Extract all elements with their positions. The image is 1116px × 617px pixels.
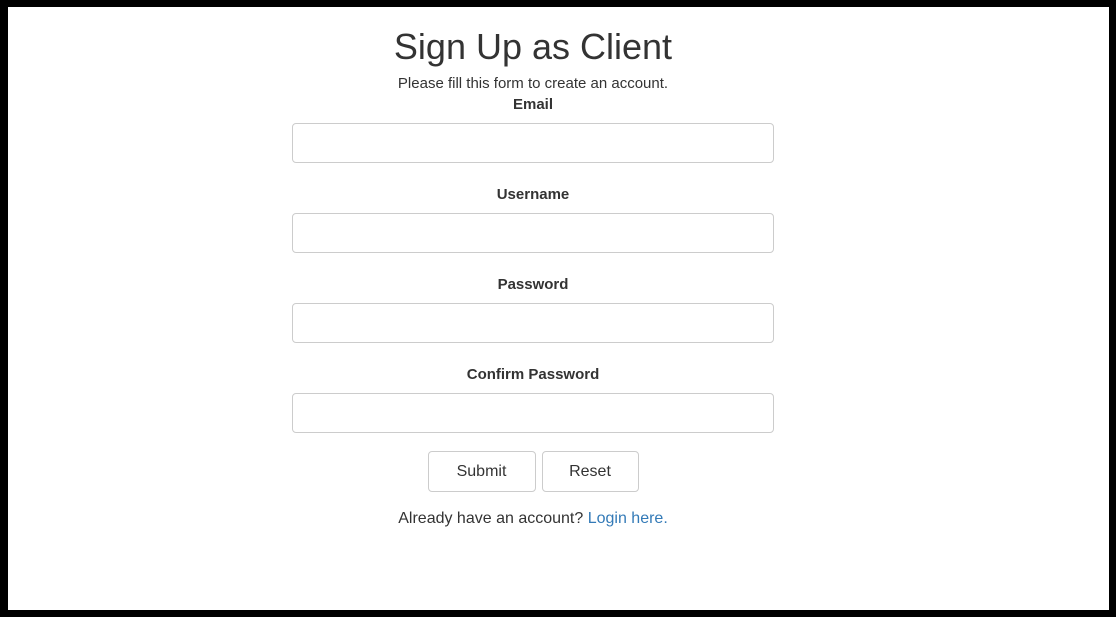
login-prompt-text: Already have an account?: [398, 510, 584, 527]
confirm-password-field[interactable]: [292, 393, 774, 433]
login-link[interactable]: Login here.: [588, 510, 668, 527]
page-frame: Sign Up as Client Please fill this form …: [8, 7, 1109, 610]
reset-button[interactable]: Reset: [541, 451, 639, 492]
password-label: Password: [497, 276, 569, 293]
email-label: Email: [512, 96, 554, 113]
username-group: Username: [292, 185, 774, 253]
username-field[interactable]: [292, 213, 774, 253]
submit-button[interactable]: Submit: [427, 451, 536, 492]
email-field[interactable]: [292, 123, 774, 163]
email-group: Email: [292, 95, 774, 163]
password-group: Password: [292, 275, 774, 343]
confirm-password-label: Confirm Password: [466, 366, 600, 383]
page-title: Sign Up as Client: [393, 26, 673, 67]
password-field[interactable]: [292, 303, 774, 343]
login-prompt-line: Already have an account? Login here.: [292, 508, 774, 530]
form-actions: Submit Reset: [292, 451, 774, 492]
signup-form: Sign Up as Client Please fill this form …: [292, 7, 774, 530]
form-subtitle: Please fill this form to create an accou…: [397, 75, 669, 92]
confirm-password-group: Confirm Password: [292, 365, 774, 433]
username-label: Username: [496, 186, 570, 203]
